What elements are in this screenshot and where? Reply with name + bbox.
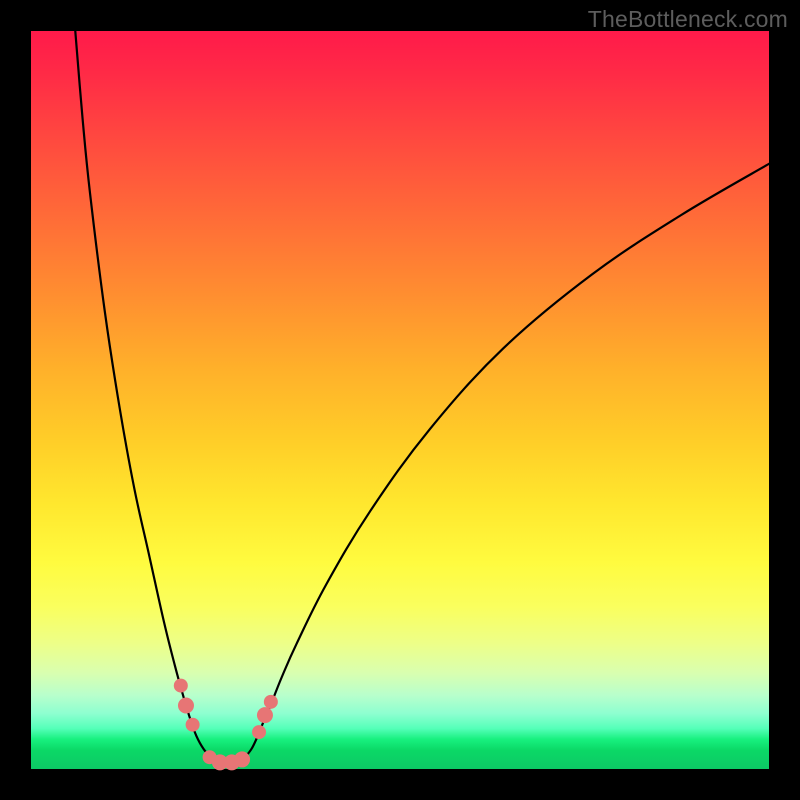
curve-group [75,31,769,763]
curve-left [75,31,234,763]
data-marker [234,751,250,767]
chart-svg [31,31,769,769]
data-marker [186,718,200,732]
curve-right [234,164,769,763]
data-marker [174,679,188,693]
data-marker [252,725,266,739]
outer-frame: TheBottleneck.com [0,0,800,800]
data-marker [257,707,273,723]
watermark-text: TheBottleneck.com [588,6,788,33]
data-marker [178,698,194,714]
data-marker [264,695,278,709]
